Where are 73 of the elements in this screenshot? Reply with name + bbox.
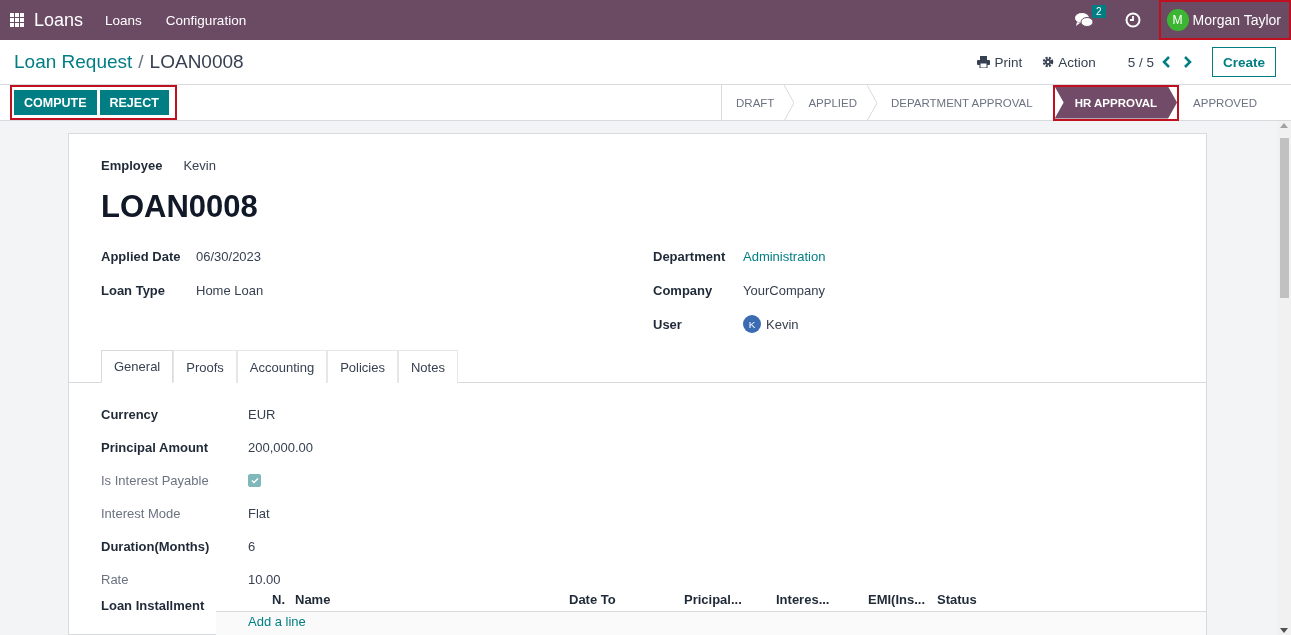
message-count: 2 (1092, 5, 1106, 18)
tab[interactable]: Proofs (173, 350, 237, 383)
field-label: Interest Mode (101, 505, 182, 521)
status-step[interactable]: APPROVED (1179, 84, 1277, 121)
chevron-left-icon (1161, 56, 1171, 68)
column-header[interactable]: Name (295, 592, 569, 607)
field-label: Department (653, 248, 727, 264)
field-value: 6 (248, 538, 257, 554)
gear-icon (1042, 56, 1055, 68)
create-button[interactable]: Create (1211, 47, 1276, 77)
tab[interactable]: Policies (327, 350, 398, 383)
field-label: Duration(Months) (101, 538, 211, 554)
user-avatar: M (1166, 9, 1189, 31)
user-name: Morgan Taylor (1192, 12, 1281, 28)
column-header[interactable]: Status (937, 592, 1206, 607)
record-title: LOAN0008 (101, 189, 259, 225)
print-button[interactable]: Print (977, 54, 1023, 70)
apps-grid-icon[interactable] (10, 13, 24, 27)
previous-button[interactable] (1161, 56, 1171, 68)
column-header[interactable]: Pricipal... (684, 592, 776, 607)
action-button[interactable]: REJECT (99, 90, 169, 115)
breadcrumb-current: LOAN0008 (149, 51, 244, 73)
field-label: User (653, 316, 683, 332)
field-label: Company (653, 282, 714, 298)
tab[interactable]: Notes (397, 350, 458, 383)
app-title[interactable]: Loans (34, 9, 84, 31)
field-value: 10.00 (248, 571, 282, 587)
field-value: YourCompany (743, 282, 826, 298)
nav-menu-item[interactable]: Loans (105, 12, 142, 28)
clock-icon[interactable] (1124, 12, 1141, 28)
field-value: Flat (248, 505, 271, 521)
field-value: Kevin (766, 316, 799, 332)
printer-icon (977, 56, 991, 68)
nav-menu-item[interactable]: Configuration (165, 12, 247, 28)
field-label: Applied Date (101, 248, 182, 264)
field-value: Home Loan (196, 282, 265, 298)
next-button[interactable] (1182, 56, 1192, 68)
chevron-right-icon (1182, 56, 1192, 68)
action-button[interactable]: Action (1042, 54, 1096, 70)
action-button[interactable]: COMPUTE (14, 90, 97, 115)
tab[interactable]: Accounting (236, 350, 328, 383)
field-label: Employee (101, 158, 163, 173)
field-link[interactable]: Administration (743, 248, 1174, 264)
field-label: Principal Amount (101, 439, 210, 455)
column-header[interactable]: EMI(Ins... (868, 592, 937, 607)
column-header[interactable]: Date To (569, 592, 684, 607)
scroll-down-icon[interactable] (1280, 628, 1288, 633)
field-label: Loan Installment (101, 598, 205, 613)
checkbox[interactable] (248, 473, 261, 487)
column-header[interactable]: N. (272, 592, 295, 607)
field-label: Is Interest Payable (101, 472, 210, 488)
breadcrumb-separator: / (138, 51, 144, 73)
field-value: 06/30/2023 (196, 248, 263, 264)
add-line-link[interactable]: Add a line (248, 614, 306, 629)
status-step[interactable]: DRAFT (722, 84, 795, 121)
field-value: 200,000.00 (248, 439, 315, 455)
field-label: Loan Type (101, 282, 167, 298)
checkmark-icon (250, 476, 259, 484)
field-label: Currency (101, 406, 160, 422)
status-step[interactable]: DEPARTMENT APPROVAL (877, 84, 1053, 121)
status-step[interactable]: APPLIED (794, 84, 877, 121)
scrollbar[interactable] (1277, 121, 1291, 635)
field-value: Kevin (183, 158, 216, 173)
pager-counter: 5 / 5 (1127, 54, 1154, 70)
breadcrumb-link[interactable]: Loan Request (14, 51, 133, 73)
status-step[interactable]: HR APPROVAL (1052, 84, 1180, 121)
scroll-thumb[interactable] (1279, 138, 1289, 298)
user-avatar: K (743, 315, 761, 333)
column-header[interactable]: Interes... (776, 592, 868, 607)
field-value: EUR (248, 406, 277, 422)
chat-icon[interactable] (1074, 12, 1093, 28)
tab[interactable]: General (101, 350, 174, 383)
field-label: Rate (101, 571, 130, 587)
